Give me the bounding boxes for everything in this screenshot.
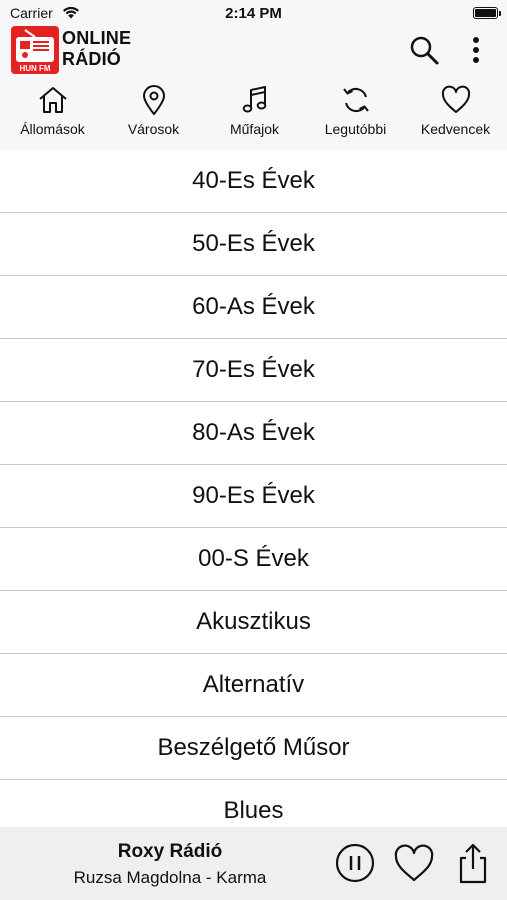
home-icon (39, 87, 67, 113)
tab-bar: Állomások Városok Műfajok Legutóbbi Kedv… (0, 82, 507, 198)
search-icon[interactable] (406, 32, 442, 68)
player-track: Ruzsa Magdolna - Karma (73, 868, 267, 887)
logo-badge: HUN FM (19, 64, 51, 73)
tab-label: Állomások (20, 121, 85, 137)
battery-cap (499, 11, 501, 16)
list-item[interactable]: Beszélgető Műsor (0, 717, 507, 780)
tab-label: Legutóbbi (324, 121, 387, 137)
list-item[interactable]: 00-S Évek (0, 528, 507, 591)
list-item[interactable]: 50-Es Évek (0, 213, 507, 276)
radio-logo-icon: HUN FM (11, 26, 59, 74)
tab-mufajok[interactable]: Műfajok (204, 82, 305, 150)
refresh-icon (343, 87, 369, 113)
battery-icon (473, 7, 498, 19)
list-item[interactable]: 60-As Évek (0, 276, 507, 339)
tab-label: Városok (127, 121, 180, 137)
tab-label: Műfajok (229, 121, 280, 137)
music-note-icon (242, 86, 267, 113)
list-item[interactable]: 90-Es Évek (0, 465, 507, 528)
app-header: HUN FM ONLINE RÁDIÓ Állomások Városok Mű… (0, 26, 507, 198)
tab-legutobbi[interactable]: Legutóbbi (305, 82, 406, 150)
app-title: ONLINE RÁDIÓ (62, 28, 131, 70)
location-pin-icon (143, 85, 165, 115)
list-item[interactable]: 70-Es Évek (0, 339, 507, 402)
list-item[interactable]: Blues (0, 780, 507, 827)
genre-list[interactable]: 40-Es Évek 50-Es Évek 60-As Évek 70-Es É… (0, 150, 507, 827)
list-item[interactable]: 80-As Évek (0, 402, 507, 465)
list-item[interactable]: Alternatív (0, 654, 507, 717)
tab-varosok[interactable]: Városok (103, 82, 204, 150)
tab-label: Kedvencek (420, 121, 491, 137)
mini-player: Roxy Rádió Ruzsa Magdolna - Karma (0, 827, 507, 900)
player-station: Roxy Rádió (117, 841, 223, 862)
list-item[interactable]: 40-Es Évek (0, 150, 507, 213)
more-vertical-icon[interactable] (462, 32, 490, 68)
share-icon[interactable] (451, 841, 495, 885)
status-bar: Carrier 2:14 PM (0, 0, 507, 26)
tab-allomasok[interactable]: Állomások (2, 82, 103, 150)
list-item[interactable]: Akusztikus (0, 591, 507, 654)
app-title-line1: ONLINE (62, 28, 132, 48)
tab-kedvencek[interactable]: Kedvencek (405, 82, 506, 150)
pause-icon[interactable] (333, 841, 377, 885)
favorite-heart-icon[interactable] (392, 841, 436, 885)
heart-icon (441, 85, 471, 113)
clock: 2:14 PM (225, 5, 282, 22)
app-title-line2: RÁDIÓ (62, 49, 121, 69)
